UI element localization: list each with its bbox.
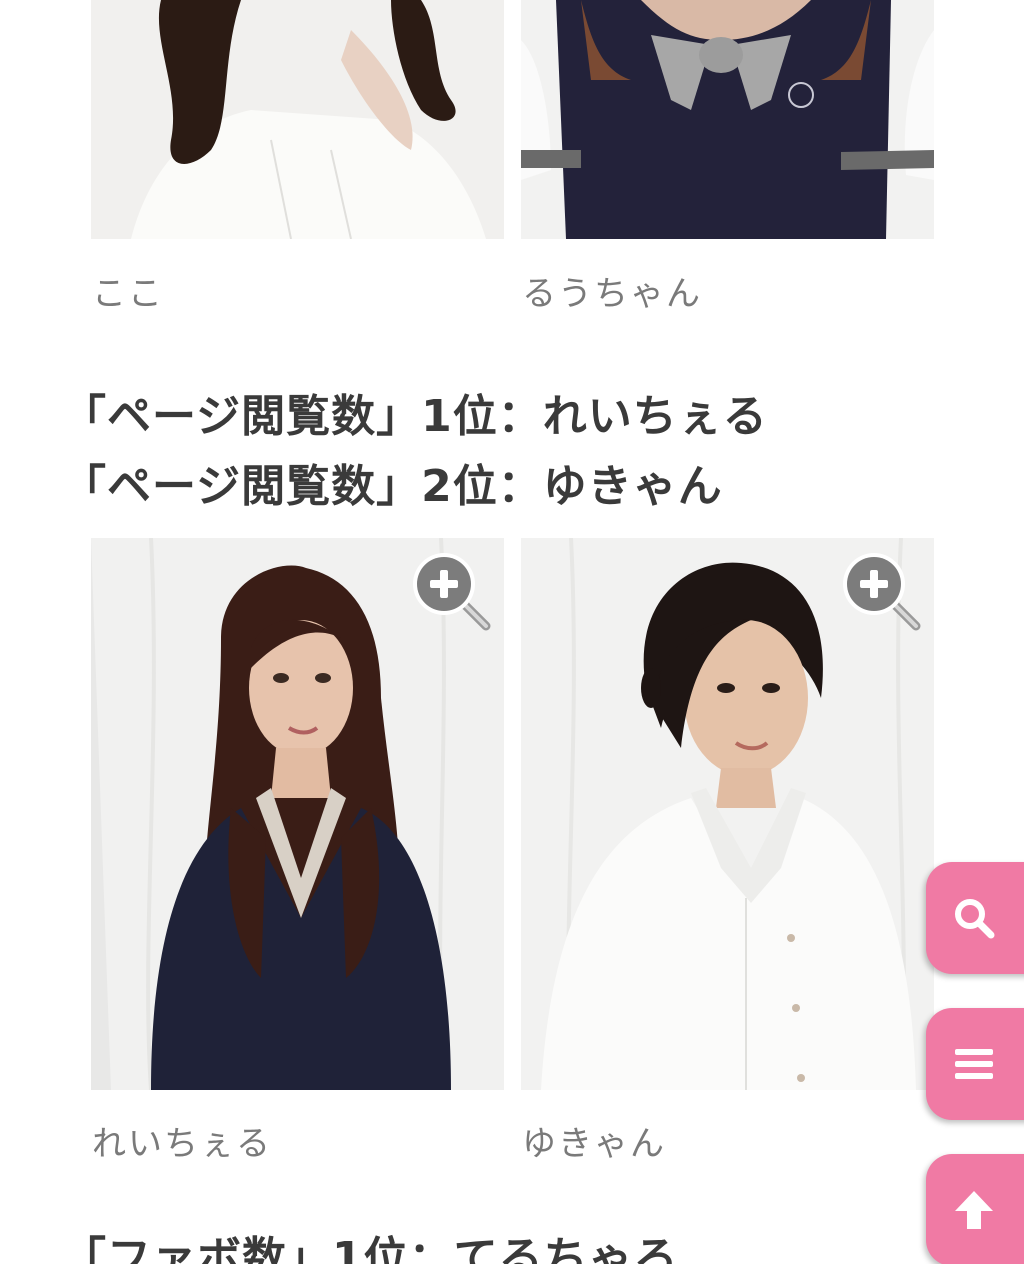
ranking-heading: 「ファボ数」1位：てるちゃろ — [62, 1233, 679, 1264]
model-photo-ruuchan[interactable] — [521, 0, 934, 239]
search-icon — [955, 899, 995, 939]
ranking-heading: 「ページ閲覧数」1位：れいちぇる — [62, 391, 768, 442]
page: ここ るうちゃん 「ページ閲覧数」1位：れいちぇる 「ページ閲覧数」2位：ゆきゃ… — [0, 0, 1024, 1264]
zoom-in-icon[interactable] — [408, 548, 492, 632]
ranking-heading: 「ページ閲覧数」2位：ゆきゃん — [62, 461, 723, 512]
model-name-caption[interactable]: れいちぇる — [92, 1116, 272, 1165]
scroll-top-button[interactable] — [926, 1154, 1024, 1264]
model-name-caption[interactable]: ここ — [92, 266, 164, 315]
search-button[interactable] — [926, 862, 1024, 974]
menu-button[interactable] — [926, 1008, 1024, 1120]
model-name-caption[interactable]: ゆきゃん — [522, 1116, 666, 1165]
model-photo-coco[interactable] — [91, 0, 504, 239]
arrow-up-icon — [955, 1191, 993, 1229]
menu-icon — [955, 1049, 993, 1079]
model-name-caption[interactable]: るうちゃん — [522, 266, 702, 315]
zoom-in-icon[interactable] — [838, 548, 922, 632]
